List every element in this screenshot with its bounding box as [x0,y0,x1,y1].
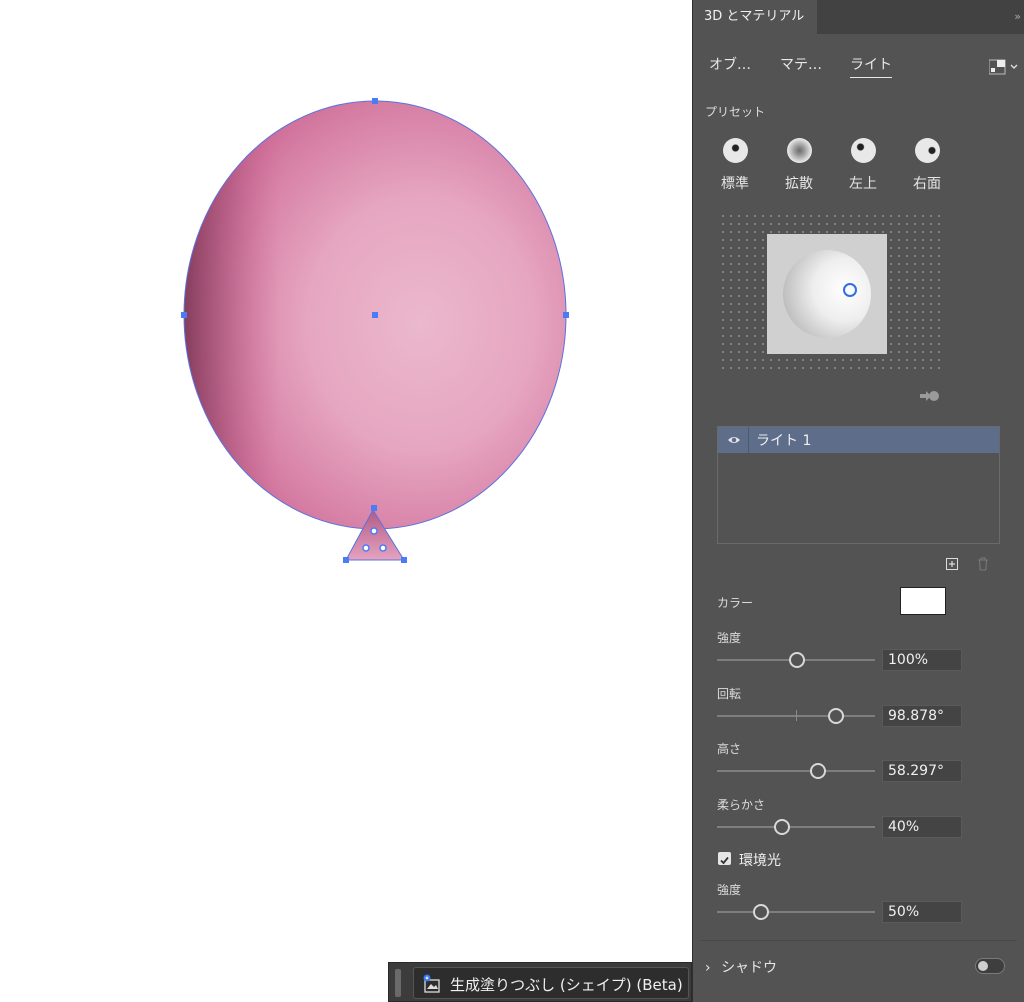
intensity-input[interactable]: 100% [882,649,962,671]
artboard-canvas[interactable] [0,0,692,1002]
chevron-right-icon: › [705,960,711,976]
knot-handle-right[interactable] [401,557,407,563]
tab-object[interactable]: オブ… [709,54,751,74]
softness-label: 柔らかさ [717,798,766,812]
ambient-intensity-input[interactable]: 50% [882,901,962,923]
preset-standard-icon [722,138,748,163]
ambient-light-label[interactable]: 環境光 [739,850,781,870]
rotation-input[interactable]: 98.878° [882,705,962,727]
shadow-toggle[interactable] [975,958,1005,974]
tab-materials[interactable]: マテ… [780,54,822,74]
panel-tab-bar: 3D とマテリアル » [693,0,1024,34]
ambient-intensity-label: 強度 [717,883,742,897]
balloon-artwork[interactable] [0,0,692,1002]
shadow-label: シャドウ [721,960,778,976]
delete-light-icon[interactable] [977,557,989,571]
ambient-intensity-slider-thumb[interactable] [753,904,769,920]
preview-sphere [783,250,871,338]
intensity-slider-thumb[interactable] [789,652,805,668]
section-divider [701,940,1017,941]
height-slider-track[interactable] [717,770,875,772]
preset-top-left-icon [850,138,876,163]
preset-right[interactable]: 右面 [902,138,952,193]
contextual-task-bar: 生成塗りつぶし (シェイプ) (Beta) [388,962,692,1002]
generative-fill-label: 生成塗りつぶし (シェイプ) (Beta) [450,976,683,994]
height-slider-thumb[interactable] [810,763,826,779]
softness-slider-thumb[interactable] [774,819,790,835]
light-color-swatch[interactable] [900,587,946,615]
height-input[interactable]: 58.297° [882,760,962,782]
selection-handle-right[interactable] [563,312,569,318]
preset-diffuse-icon [786,138,812,163]
light-preview-widget[interactable] [767,234,887,354]
softness-input[interactable]: 40% [882,816,962,838]
move-light-behind-icon[interactable] [919,388,941,404]
shadow-toggle-knob [978,961,988,971]
light-name: ライト 1 [756,433,812,449]
preset-standard[interactable]: 標準 [710,138,760,193]
shadow-section-header[interactable]: › シャドウ [705,957,777,977]
rotation-center-tick [796,710,797,721]
selection-center-point[interactable] [372,312,378,318]
panel-title-tab[interactable]: 3D とマテリアル [693,0,817,34]
generative-fill-icon [423,974,440,993]
tab-lighting[interactable]: ライト [850,54,892,78]
rotation-label: 回転 [717,687,742,701]
collapse-panel-icon[interactable]: » [1014,10,1021,23]
selection-handle-left[interactable] [181,312,187,318]
selection-handle-top[interactable] [372,98,378,104]
ambient-light-checkbox[interactable] [718,852,731,865]
visibility-eye-icon[interactable] [727,433,741,447]
rotation-slider-thumb[interactable] [828,708,844,724]
intensity-label: 強度 [717,631,742,645]
light-list-item[interactable]: ライト 1 [718,427,999,453]
add-light-icon[interactable] [946,558,958,570]
lights-list: ライト 1 [717,426,1000,544]
knot-handle-top[interactable] [371,505,377,511]
3d-materials-panel: 3D とマテリアル » オブ… マテ… ライト プリセット 標準 拡散 左上 右… [692,0,1024,1002]
knot-handle-left[interactable] [343,557,349,563]
preset-top-left[interactable]: 左上 [838,138,888,193]
render-settings-icon[interactable] [989,58,1019,76]
eye-separator [748,427,749,453]
softness-slider-track[interactable] [717,826,875,828]
drag-grip-handle[interactable] [395,969,401,997]
generative-fill-button[interactable]: 生成塗りつぶし (シェイプ) (Beta) [413,967,689,999]
color-label: カラー [717,596,754,610]
light-position-handle[interactable] [843,283,857,297]
preset-right-icon [914,138,940,163]
preset-diffuse[interactable]: 拡散 [774,138,824,193]
height-label: 高さ [717,742,742,756]
ambient-intensity-slider-track[interactable] [717,911,875,913]
presets-label: プリセット [705,105,766,119]
checkmark-icon [720,856,729,865]
